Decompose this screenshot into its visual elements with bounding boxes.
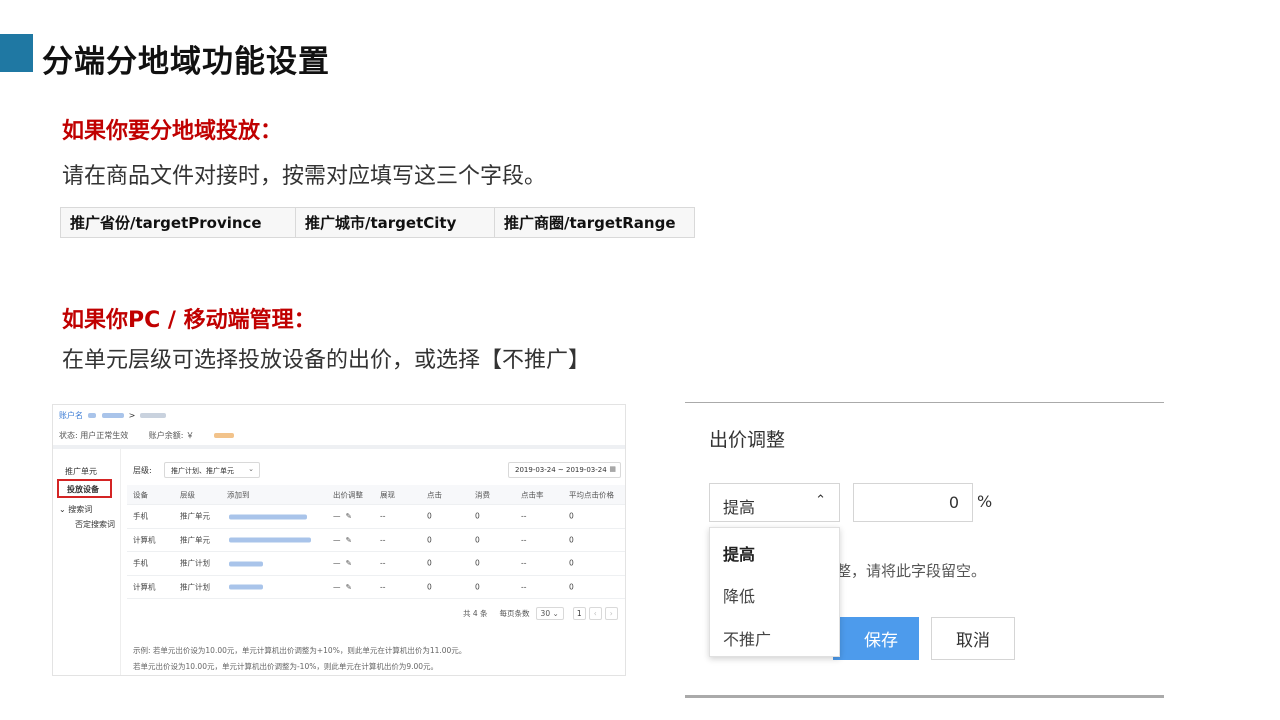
blurred-text bbox=[227, 582, 265, 591]
bid-adjust-cell[interactable]: — ✎ bbox=[333, 559, 352, 568]
cancel-button[interactable]: 取消 bbox=[931, 617, 1015, 660]
status-text: 状态: 用户正常生效 bbox=[59, 431, 129, 440]
blurred-text bbox=[139, 413, 166, 418]
bid-adjust-cell[interactable]: — ✎ bbox=[333, 512, 352, 521]
chevron-up-icon: ⌃ bbox=[815, 493, 826, 508]
account-status-row: 状态: 用户正常生效 账户余额: ￥ bbox=[59, 430, 270, 441]
table-row: 手机 推广计划 — ✎ -- 0 0 -- 0 bbox=[127, 552, 625, 576]
pagination: 共 4 条 每页条数 30 ⌄ 1 ‹ › bbox=[463, 607, 618, 620]
table-row: 手机 推广单元 — ✎ -- 0 0 -- 0 bbox=[127, 505, 625, 529]
bid-adjust-cell[interactable]: — ✎ bbox=[333, 582, 352, 591]
device-bid-table: 设备 层级 添加到 出价调整 展现 点击 消费 点击率 平均点击价格 手机 推广… bbox=[127, 485, 625, 599]
breadcrumb: 账户名 > bbox=[59, 410, 168, 421]
blurred-text bbox=[87, 413, 96, 418]
example-note-2: 若单元出价设为10.00元，单元计算机出价调整为-10%，则此单元在计算机出价为… bbox=[133, 662, 439, 671]
sidebar-item-unit[interactable]: 推广单元 bbox=[65, 466, 97, 477]
table-row: 计算机 推广计划 — ✎ -- 0 0 -- 0 bbox=[127, 576, 625, 599]
blurred-text bbox=[227, 559, 265, 568]
edit-icon: ✎ bbox=[345, 511, 352, 521]
option-increase[interactable]: 提高 bbox=[723, 541, 755, 565]
level-filter-label: 层级: bbox=[133, 466, 152, 475]
adjust-percent-input[interactable]: 0 bbox=[853, 483, 973, 522]
col-impressions: 展现 bbox=[380, 490, 395, 499]
edit-icon: ✎ bbox=[345, 582, 352, 592]
field-table: 推广省份/targetProvince 推广城市/targetCity 推广商圈… bbox=[60, 207, 695, 238]
bid-adjust-cell[interactable]: — ✎ bbox=[333, 535, 352, 544]
chevron-down-icon: ⌄ bbox=[552, 609, 559, 618]
date-range-picker[interactable]: 2019-03-24 ~ 2019-03-24 ▦ bbox=[508, 462, 621, 478]
field-target-range: 推广商圈/targetRange bbox=[504, 214, 676, 232]
blurred-text bbox=[227, 512, 309, 521]
bid-adjust-dialog: 出价调整 提高 ⌃ 0 % 整，请将此字段留空。 保存 取消 提高 降低 不推广 bbox=[685, 402, 1164, 698]
slide-title: 分端分地域功能设置 bbox=[42, 44, 330, 80]
blurred-text bbox=[227, 535, 313, 544]
option-no-promote[interactable]: 不推广 bbox=[723, 626, 771, 650]
direction-dropdown-menu: 提高 降低 不推广 bbox=[709, 527, 840, 657]
col-ctr: 点击率 bbox=[521, 490, 544, 499]
dialog-title: 出价调整 bbox=[709, 429, 786, 451]
title-accent-block bbox=[0, 34, 33, 72]
breadcrumb-account[interactable]: 账户名 bbox=[59, 411, 83, 420]
header-divider bbox=[53, 445, 625, 449]
page-1-button[interactable]: 1 bbox=[572, 607, 586, 620]
col-clicks: 点击 bbox=[427, 490, 442, 499]
percent-unit: % bbox=[977, 492, 993, 511]
adjust-direction-select[interactable]: 提高 ⌃ bbox=[709, 483, 840, 522]
console-screenshot: 账户名 > 状态: 用户正常生效 账户余额: ￥ 推广单元 投放设备 ⌄ 搜索词… bbox=[52, 404, 626, 676]
section-text-device: 在单元层级可选择投放设备的出价，或选择【不推广】 bbox=[62, 348, 591, 373]
edit-icon: ✎ bbox=[345, 558, 352, 568]
col-bid-adjust: 出价调整 bbox=[333, 490, 363, 499]
breadcrumb-separator: > bbox=[128, 411, 136, 420]
next-page-button[interactable]: › bbox=[604, 607, 618, 620]
level-filter-select[interactable]: 推广计划、推广单元 ⌄ bbox=[164, 462, 260, 478]
section-heading-device: 如果你PC / 移动端管理： bbox=[62, 308, 316, 333]
option-decrease[interactable]: 降低 bbox=[723, 583, 755, 607]
chevron-down-icon: ⌄ bbox=[248, 465, 254, 473]
field-target-city: 推广城市/targetCity bbox=[296, 208, 495, 237]
table-header-row: 设备 层级 添加到 出价调整 展现 点击 消费 点击率 平均点击价格 bbox=[127, 485, 625, 505]
calendar-icon: ▦ bbox=[609, 465, 616, 473]
col-device: 设备 bbox=[133, 490, 148, 499]
blurred-text bbox=[102, 413, 125, 418]
total-count: 共 4 条 bbox=[463, 609, 488, 618]
table-row: 计算机 推广单元 — ✎ -- 0 0 -- 0 bbox=[127, 529, 625, 552]
save-button[interactable]: 保存 bbox=[833, 617, 919, 660]
balance-text: 账户余额: ￥ bbox=[149, 431, 252, 440]
section-heading-region: 如果你要分地域投放： bbox=[62, 119, 283, 144]
console-sidebar: 推广单元 投放设备 ⌄ 搜索词 否定搜索词 bbox=[53, 449, 121, 675]
per-page-select[interactable]: 30 ⌄ bbox=[535, 607, 564, 620]
col-avg-cpc: 平均点击价格 bbox=[569, 490, 614, 499]
prev-page-button[interactable]: ‹ bbox=[588, 607, 602, 620]
sidebar-item-negative-keywords[interactable]: 否定搜索词 bbox=[75, 519, 115, 530]
chevron-down-icon: ⌄ bbox=[59, 505, 66, 514]
col-cost: 消费 bbox=[475, 490, 490, 499]
section-text-region: 请在商品文件对接时，按需对应填写这三个字段。 bbox=[62, 164, 547, 189]
per-page-label: 每页条数 bbox=[499, 609, 530, 618]
field-target-province: 推广省份/targetProvince bbox=[61, 208, 296, 237]
col-level: 层级 bbox=[180, 490, 195, 499]
dialog-hint: 整，请将此字段留空。 bbox=[836, 562, 987, 580]
edit-icon: ✎ bbox=[345, 535, 352, 545]
sidebar-item-keywords[interactable]: ⌄ 搜索词 bbox=[59, 504, 92, 515]
col-added-to: 添加到 bbox=[227, 490, 250, 499]
example-note-1: 示例: 若单元出价设为10.00元，单元计算机出价调整为+10%，则此单元在计算… bbox=[133, 646, 467, 655]
sidebar-item-device[interactable]: 投放设备 bbox=[57, 479, 112, 498]
